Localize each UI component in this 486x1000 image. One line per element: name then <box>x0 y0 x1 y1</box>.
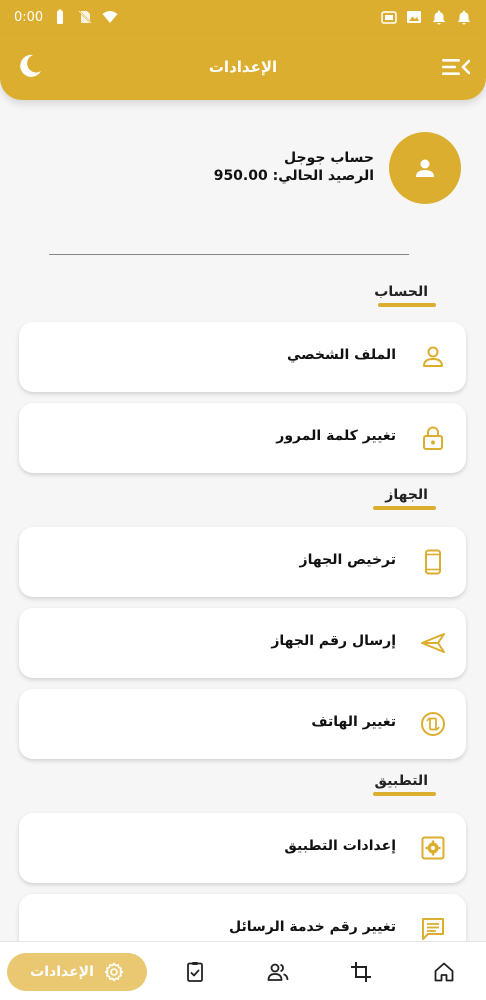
notification-app-icon <box>381 11 397 24</box>
settings-item-device-license[interactable]: ترخيص الجهاز <box>19 527 466 597</box>
lock-icon <box>423 426 443 450</box>
status-time: 0:00 <box>14 9 44 25</box>
settings-item-profile[interactable]: الملف الشخصي <box>19 322 466 392</box>
nav-tab-tasks-checklist-icon[interactable] <box>184 961 206 983</box>
message-icon <box>422 918 444 940</box>
phone-sync-icon <box>421 712 445 736</box>
send-icon <box>421 633 445 653</box>
settings-item-change-phone[interactable]: تغيير الهاتف <box>19 689 466 759</box>
battery-icon <box>57 9 64 24</box>
section-underline <box>373 506 436 510</box>
section-header-application: التطبيق <box>373 773 436 797</box>
phone-icon <box>425 549 441 575</box>
settings-item-change-password[interactable]: تغيير كلمة المرور <box>19 403 466 473</box>
settings-item-app-settings[interactable]: إعدادات التطبيق <box>19 813 466 883</box>
user-icon <box>416 159 434 177</box>
bottom-navigation: الإعدادات <box>0 941 486 1000</box>
section-underline <box>378 303 436 307</box>
settings-item-label: ترخيص الجهاز <box>299 552 396 568</box>
person-icon <box>423 346 443 367</box>
section-title: الحساب <box>374 284 428 300</box>
divider <box>49 254 409 255</box>
wifi-icon <box>102 11 118 23</box>
profile-card: حساب جوجل الرصيد الحالي: 950.00 <box>0 130 486 210</box>
settings-item-label: تغيير الهاتف <box>311 714 396 730</box>
section-title: الجهاز <box>385 487 428 503</box>
section-title: التطبيق <box>374 773 428 789</box>
no-sim-icon <box>78 10 92 24</box>
settings-item-label: إعدادات التطبيق <box>284 838 396 854</box>
avatar[interactable] <box>389 132 461 204</box>
image-icon <box>407 11 421 23</box>
page-title: الإعدادات <box>208 58 278 76</box>
section-header-account: الحساب <box>374 284 436 308</box>
app-bar: الإعدادات <box>0 34 486 100</box>
settings-item-label: تغيير رقم خدمة الرسائل <box>228 919 396 935</box>
profile-name: حساب جوجل <box>284 150 374 166</box>
dark-mode-moon-icon[interactable] <box>16 52 44 80</box>
profile-balance: الرصيد الحالي: 950.00 <box>213 168 374 184</box>
nav-tab-settings[interactable]: الإعدادات <box>7 953 147 991</box>
section-underline <box>373 792 436 796</box>
nav-tab-label: الإعدادات <box>30 964 94 980</box>
nav-tab-crop-icon[interactable] <box>350 961 372 983</box>
settings-item-label: إرسال رقم الجهاز <box>271 633 396 649</box>
nav-tab-users-icon[interactable] <box>267 961 289 983</box>
settings-box-icon <box>421 836 445 860</box>
section-header-device: الجهاز <box>373 487 436 511</box>
notification-bell-icon <box>458 10 470 25</box>
settings-item-label: الملف الشخصي <box>286 347 396 363</box>
settings-item-send-device-number[interactable]: إرسال رقم الجهاز <box>19 608 466 678</box>
gear-icon <box>104 962 124 982</box>
status-bar: 0:00 <box>0 0 486 34</box>
notification-bell-icon <box>433 10 445 25</box>
menu-icon[interactable] <box>442 55 470 79</box>
settings-item-label: تغيير كلمة المرور <box>276 428 396 444</box>
nav-tab-home-icon[interactable] <box>433 961 455 983</box>
